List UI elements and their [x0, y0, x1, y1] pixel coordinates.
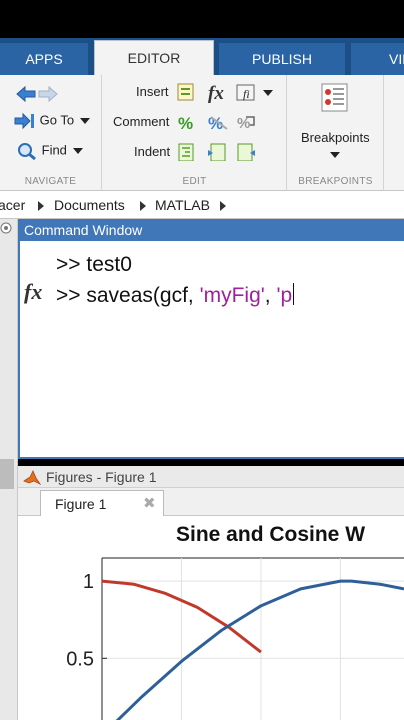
matlab-window: APPS EDITOR PUBLISH VIE Go To [0, 0, 404, 720]
fx-icon[interactable]: fx [207, 82, 229, 104]
matlab-logo-icon [23, 470, 41, 485]
back-forward-icon[interactable] [15, 85, 59, 103]
breakpoints-section: Breakpoints BREAKPOINTS [288, 75, 384, 191]
search-icon [18, 143, 36, 161]
goto-icon [14, 112, 34, 130]
command-input-line[interactable]: >> saveas(gcf, 'myFig', 'p [56, 283, 295, 308]
figures-title: Figures - Figure 1 [18, 466, 404, 488]
find-label: Find [41, 142, 67, 158]
panel-marker [0, 459, 14, 489]
command-window[interactable]: fx >> test0 >> saveas(gcf, 'myFig', 'p [18, 241, 404, 459]
figure-tab-label: Figure 1 [55, 496, 107, 512]
indent-label[interactable]: Indent [134, 144, 170, 159]
insert-function-icon[interactable]: fi [236, 83, 256, 101]
tab-editor[interactable]: EDITOR [94, 40, 214, 75]
navigate-section: Go To Find NAVIGATE [0, 75, 102, 191]
breakpoints-label: BREAKPOINTS [298, 176, 373, 187]
breadcrumb-item-documents[interactable]: Documents [54, 197, 125, 213]
left-panel-edge [0, 219, 18, 459]
command-comma: , [264, 284, 277, 307]
command-text: >> saveas(gcf, [56, 284, 200, 307]
y-tick-label: 0.5 [66, 648, 94, 670]
series-line-2 [115, 579, 404, 720]
figures-title-label: Figures - Figure 1 [46, 469, 157, 485]
tab-view[interactable]: VIE [351, 43, 404, 75]
command-window-title: Command Window [18, 219, 404, 241]
wrap-comments-icon[interactable]: % [236, 113, 256, 131]
comment-label[interactable]: Comment [113, 114, 169, 129]
sine-cosine-plot: 0.51 [66, 557, 404, 720]
figure-canvas[interactable]: Sine and Cosine W 0.5 1 [18, 516, 404, 720]
insert-section-icon[interactable] [177, 83, 197, 101]
comment-icon[interactable]: % [177, 113, 197, 131]
svg-text:%: % [178, 114, 193, 131]
breadcrumb-item-matlab[interactable]: MATLAB [155, 197, 210, 213]
edit-section: Insert fx fi Comment % % % Indent EDIT [103, 75, 287, 191]
fx-icon[interactable]: fx [24, 279, 42, 305]
navigate-label: NAVIGATE [24, 176, 77, 187]
find-button[interactable]: Find [16, 142, 83, 161]
ribbon: Go To Find NAVIGATE Insert fx fi Comment… [0, 75, 404, 191]
goto-button[interactable]: Go To [14, 112, 91, 130]
svg-text:fx: fx [208, 83, 224, 104]
chevron-down-icon [72, 148, 83, 154]
chevron-down-icon [80, 118, 91, 124]
edit-label: EDIT [182, 176, 207, 187]
uncomment-icon[interactable]: % [207, 113, 231, 131]
text-cursor [293, 283, 295, 305]
chevron-down-icon[interactable] [263, 90, 273, 96]
chevron-right-icon[interactable] [140, 201, 146, 211]
goto-label: Go To [39, 112, 75, 128]
panel-options-icon[interactable] [0, 222, 12, 234]
command-history-line: >> test0 [56, 253, 132, 276]
command-string: 'myFig' [199, 284, 265, 307]
svg-text:%: % [208, 114, 223, 131]
smart-indent-icon[interactable] [177, 143, 197, 161]
toolstrip-tabs: APPS EDITOR PUBLISH VIE [0, 38, 404, 75]
breadcrumb: acer Documents MATLAB [0, 191, 404, 219]
insert-label[interactable]: Insert [136, 84, 169, 99]
chevron-down-icon[interactable] [330, 152, 340, 158]
close-icon[interactable]: ✖ [143, 491, 156, 517]
breakpoints-icon[interactable] [320, 83, 350, 113]
breadcrumb-item-acer[interactable]: acer [0, 197, 25, 213]
tab-publish[interactable]: PUBLISH [219, 43, 345, 75]
indent-more-icon[interactable] [207, 143, 227, 161]
left-panel-edge [0, 459, 18, 720]
svg-text:fi: fi [243, 87, 250, 101]
command-string: 'p [276, 284, 293, 307]
figure-tabs: Figure 1 ✖ [18, 488, 404, 516]
top-black-bar [0, 0, 404, 38]
chevron-right-icon[interactable] [220, 201, 226, 211]
chevron-right-icon[interactable] [38, 201, 44, 211]
y-tick-label: 1 [83, 571, 94, 593]
tab-figure-1[interactable]: Figure 1 ✖ [40, 490, 164, 516]
indent-less-icon[interactable] [236, 143, 256, 161]
breakpoints-button[interactable]: Breakpoints [301, 130, 370, 145]
tab-apps[interactable]: APPS [0, 43, 88, 75]
